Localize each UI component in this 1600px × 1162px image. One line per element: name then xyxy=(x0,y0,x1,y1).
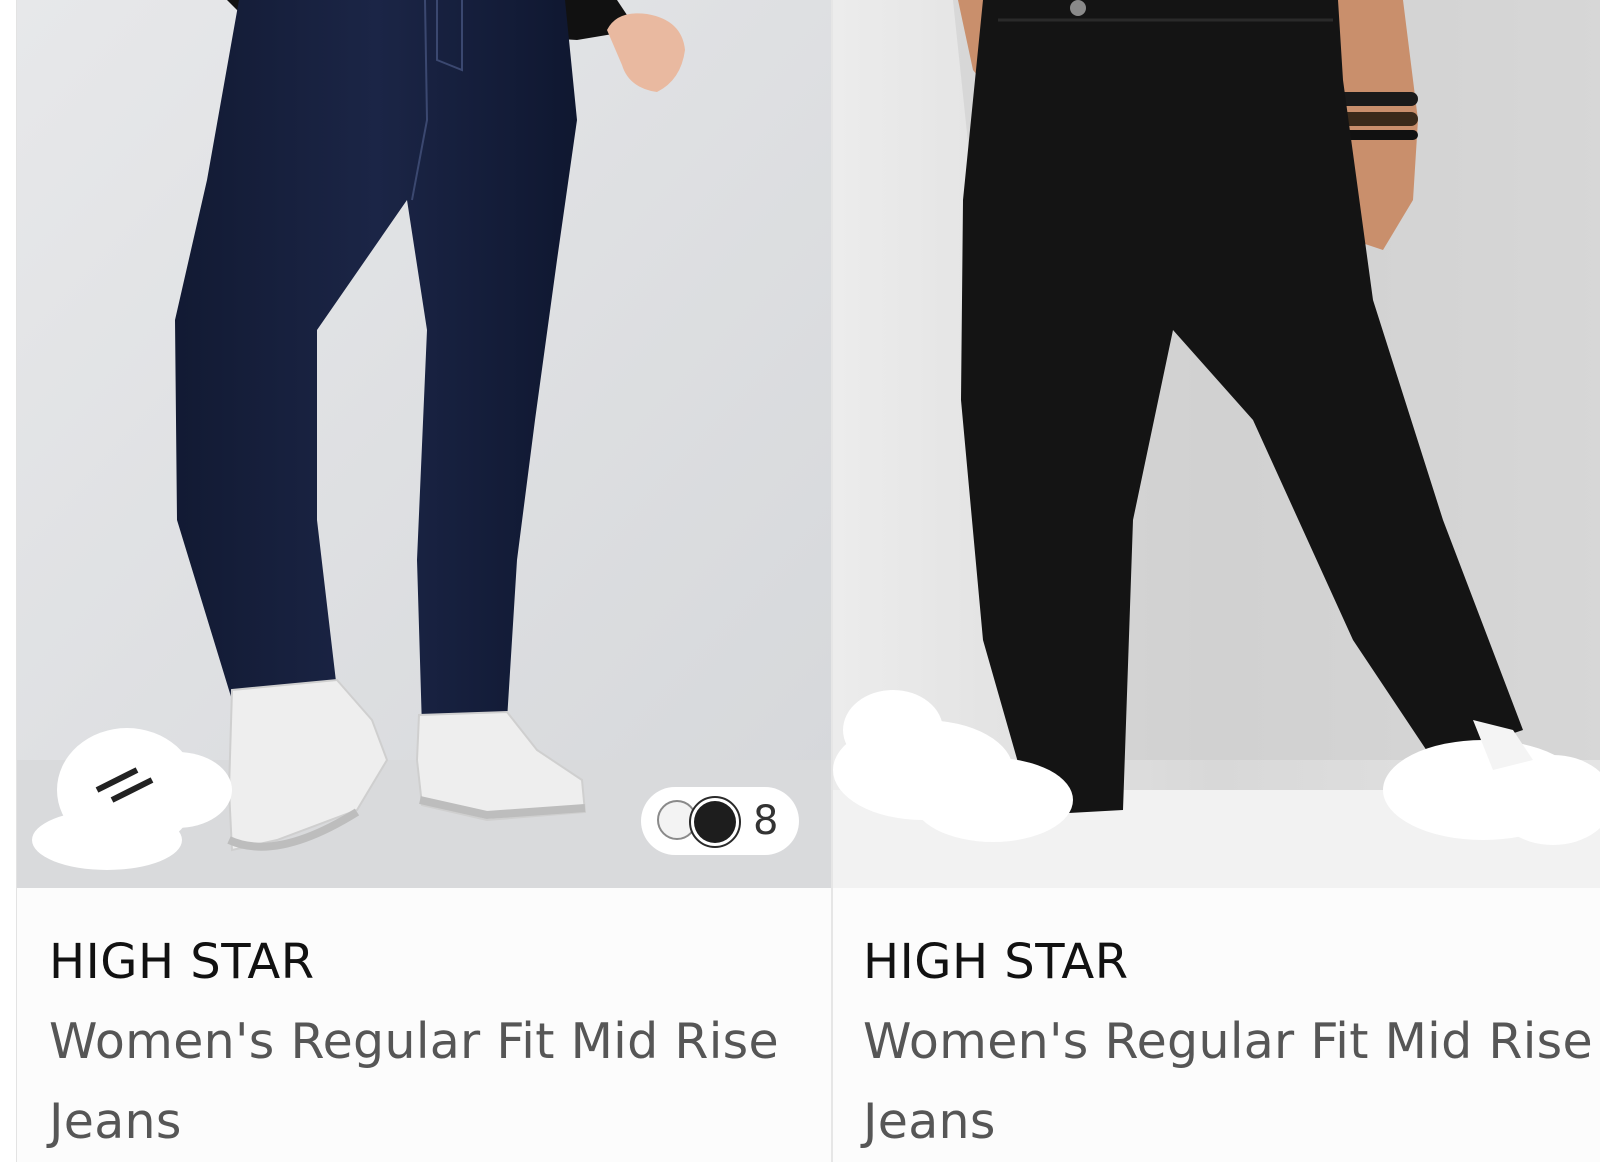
product-card-2[interactable]: HIGH STAR Women's Regular Fit Mid Rise J… xyxy=(833,0,1600,1162)
swatch-dark-icon[interactable] xyxy=(694,801,736,843)
product-card-1[interactable]: 8 HIGH STAR Women's Regular Fit Mid Rise… xyxy=(16,0,832,1162)
product-image-2[interactable] xyxy=(833,0,1600,888)
product-image-1[interactable]: 8 xyxy=(17,0,832,888)
color-swatch-chip[interactable]: 8 xyxy=(641,787,799,855)
product-grid: 8 HIGH STAR Women's Regular Fit Mid Rise… xyxy=(0,0,1600,1162)
product-info-2[interactable]: HIGH STAR Women's Regular Fit Mid Rise J… xyxy=(833,888,1600,1162)
page-gutter xyxy=(0,0,16,1162)
product-info-1[interactable]: HIGH STAR Women's Regular Fit Mid Rise J… xyxy=(17,888,832,1162)
product-title[interactable]: Women's Regular Fit Mid Rise Jeans xyxy=(863,1002,1600,1162)
product-title[interactable]: Women's Regular Fit Mid Rise Jeans xyxy=(49,1002,809,1162)
product-brand: HIGH STAR xyxy=(49,934,315,990)
product-brand: HIGH STAR xyxy=(863,934,1129,990)
swatch-count: 8 xyxy=(753,798,779,844)
